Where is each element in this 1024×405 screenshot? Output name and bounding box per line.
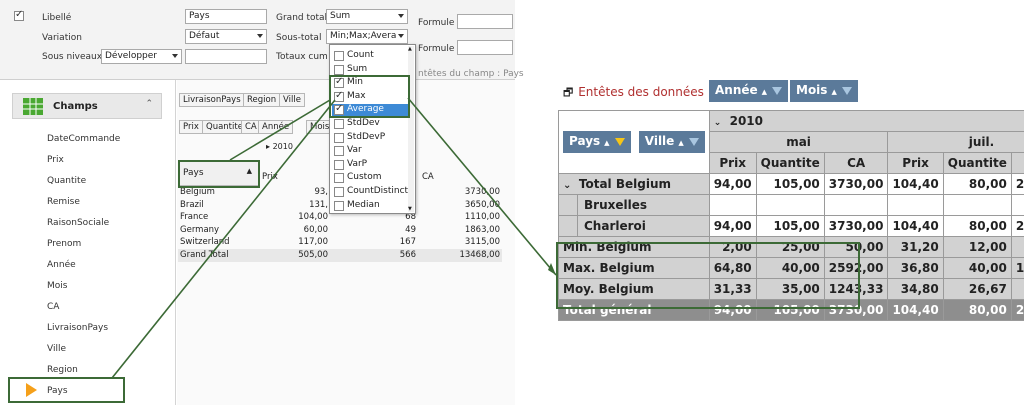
annotation-connectors bbox=[111, 97, 557, 379]
